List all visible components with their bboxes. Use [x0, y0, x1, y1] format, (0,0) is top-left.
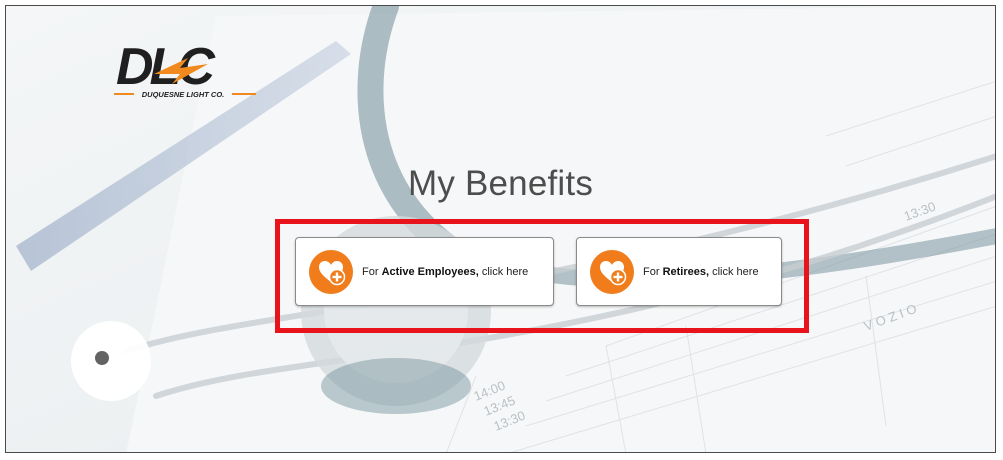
page-title: My Benefits [407, 164, 594, 203]
heart-plus-icon [309, 249, 353, 294]
active-employees-button[interactable]: For Active Employees, click here [295, 237, 554, 306]
retirees-button[interactable]: For Retirees, click here [576, 237, 782, 306]
retirees-label: For Retirees, click here [643, 265, 759, 278]
heart-plus-icon [590, 249, 634, 294]
dlc-logo: DLC DUQUESNE LIGHT CO. [114, 38, 256, 99]
svg-text:DUQUESNE LIGHT CO.: DUQUESNE LIGHT CO. [142, 90, 225, 99]
active-employees-label: For Active Employees, click here [362, 265, 529, 278]
